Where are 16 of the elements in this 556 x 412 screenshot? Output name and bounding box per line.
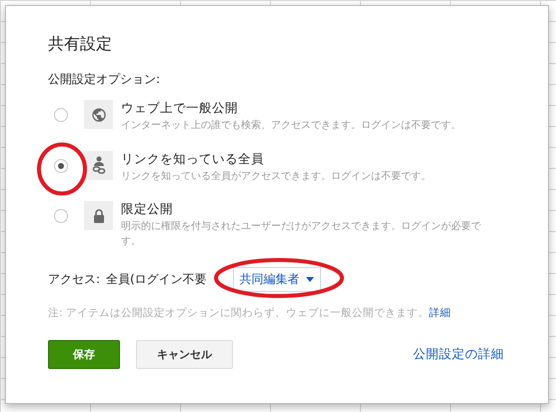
- save-button[interactable]: 保存: [48, 340, 120, 369]
- option-description: 明示的に権限を付与されたユーザーだけがアクセスできます。ログインが必要です。: [121, 220, 482, 248]
- option-title: リンクを知っている全員: [121, 150, 265, 168]
- role-dropdown[interactable]: 共同編集者: [232, 267, 321, 292]
- sharing-details-link[interactable]: 公開設定の詳細: [413, 346, 504, 363]
- access-label: アクセス:: [48, 271, 100, 288]
- details-link[interactable]: 詳細: [428, 307, 451, 319]
- dialog-title: 共有設定: [48, 34, 113, 55]
- access-value: 全員(ログイン不要: [106, 271, 207, 288]
- cancel-button[interactable]: キャンセル: [136, 340, 233, 369]
- options-label: 公開設定オプション:: [48, 71, 162, 88]
- option-description: リンクを知っている全員がアクセスできます。ログインは不要です。: [121, 170, 431, 184]
- option-title: ウェブ上で一般公開: [121, 100, 239, 117]
- option-description: インターネット上の誰でも検索、アクセスできます。ログインは不要です。: [121, 119, 461, 133]
- option-title: 限定公開: [121, 201, 174, 218]
- note-text: 注: アイテムは公開設定オプションに関わらず、ウェブに一般公開できます。詳細: [48, 306, 452, 320]
